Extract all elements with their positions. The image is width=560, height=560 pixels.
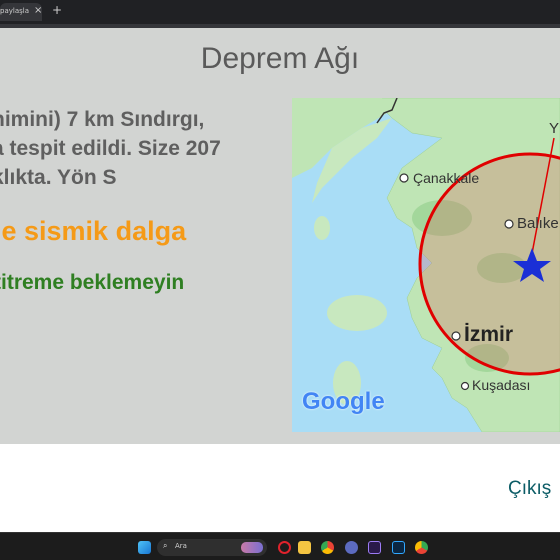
city-label-kusadasi: Kuşadası	[472, 377, 531, 393]
news-widget-icon	[241, 542, 263, 553]
browser-tab-bar: paylaşla × +	[0, 0, 560, 24]
app-window: Deprem Ağı himini) 7 km Sındırgı, a tesp…	[0, 28, 560, 532]
premiere-icon[interactable]	[368, 541, 381, 554]
file-explorer-icon[interactable]	[298, 541, 311, 554]
island-lesbos	[327, 295, 387, 331]
google-logo: Google	[302, 388, 385, 415]
shaking-advice: titreme beklemeyin	[0, 271, 185, 294]
kusadasi-marker	[460, 381, 470, 391]
page-title: Deprem Ağı	[200, 42, 360, 75]
description-line-3: klıkta. Yön S	[0, 166, 117, 189]
dialog-footer: Çıkış	[0, 444, 560, 532]
search-icon: ⌕	[163, 541, 168, 550]
chrome-icon[interactable]	[321, 541, 334, 554]
city-label-balikesir: Balıke	[517, 215, 559, 232]
island-small	[314, 216, 330, 240]
balikesir-marker	[504, 219, 514, 229]
windows-taskbar: ⌕ Ara	[0, 532, 560, 560]
canakkale-marker	[399, 173, 409, 183]
opera-icon[interactable]	[278, 541, 291, 554]
epicenter-map[interactable]: Çanakkale Balıke İzmir Kuşadası Y Google	[292, 98, 560, 432]
meet-icon[interactable]	[345, 541, 358, 554]
browser-tab[interactable]: paylaşla ×	[0, 3, 42, 21]
chrome-alt-icon[interactable]	[415, 541, 428, 554]
exit-button[interactable]: Çıkış	[508, 478, 551, 500]
city-label-partial: Y	[549, 120, 560, 137]
search-placeholder: Ara	[175, 542, 187, 550]
description-line-1: himini) 7 km Sındırgı,	[0, 108, 205, 131]
city-label-izmir: İzmir	[464, 323, 514, 346]
new-tab-button[interactable]: +	[52, 3, 62, 17]
seismic-wave-warning: le sismik dalga	[0, 216, 187, 246]
windows-start-icon[interactable]	[138, 541, 151, 554]
photoshop-icon[interactable]	[392, 541, 405, 554]
izmir-marker	[451, 331, 461, 341]
description-line-2: a tespit edildi. Size 207	[0, 137, 221, 160]
tab-close-icon[interactable]: ×	[34, 5, 42, 16]
earthquake-description: himini) 7 km Sındırgı, a tespit edildi. …	[0, 105, 282, 192]
tab-title: paylaşla	[0, 7, 29, 15]
taskbar-search-box[interactable]: ⌕ Ara	[157, 539, 267, 556]
city-label-canakkale: Çanakkale	[413, 170, 480, 186]
